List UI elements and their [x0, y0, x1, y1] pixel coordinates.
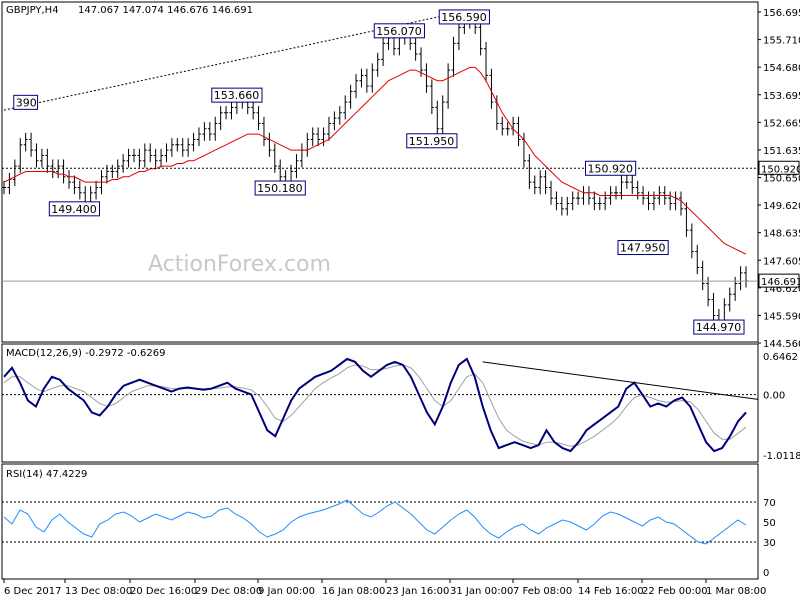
price-axis-label: 147.605 — [763, 256, 800, 267]
level-marker: 153.660 — [211, 87, 263, 103]
time-axis-label: 29 Dec 08:00 — [195, 586, 262, 597]
level-label: 156.590 — [441, 11, 487, 24]
time-axis-label: 20 Dec 16:00 — [130, 586, 197, 597]
price-axis-label: 144.560 — [763, 339, 800, 350]
price-axis-label: 156.695 — [763, 8, 800, 19]
macd-axis-label: 0.6462 — [763, 352, 798, 363]
rsi-axis-label: 30 — [763, 538, 776, 549]
price-tag-label: 146.691 — [761, 277, 800, 288]
level-label: 150.180 — [257, 182, 303, 195]
time-axis-label: 23 Jan 16:00 — [386, 586, 449, 597]
level-label: 144.970 — [696, 321, 742, 334]
price-axis-label: 145.590 — [763, 311, 800, 322]
ohlc-label: 147.067 147.074 146.676 146.691 — [78, 5, 253, 16]
price-tag: 150.920 — [758, 160, 800, 175]
price-axis-label: 151.635 — [763, 146, 800, 157]
level-label: 153.660 — [214, 89, 260, 102]
price-axis-label: 155.710 — [763, 36, 800, 47]
time-axis-label: 1 Mar 08:00 — [706, 586, 766, 597]
level-marker: 150.920 — [584, 160, 637, 176]
price-axis-label: 148.635 — [763, 229, 800, 240]
time-axis-label: 14 Feb 16:00 — [578, 586, 644, 597]
macd-axis-label: -1.0118 — [763, 451, 800, 462]
price-axis-label: 149.620 — [763, 201, 800, 212]
level-label: 150.920 — [587, 162, 633, 175]
level-label: 147.950 — [620, 242, 666, 255]
price-axis-label: 152.665 — [763, 118, 800, 129]
symbol-label: GBPJPY,H4 — [6, 5, 59, 16]
time-axis-label: 31 Jan 00:00 — [450, 586, 513, 597]
time-axis-label: 13 Dec 08:00 — [65, 586, 132, 597]
price-axis-label: 154.680 — [763, 63, 800, 74]
level-marker: 151.950 — [406, 133, 458, 149]
macd-label: MACD(12,26,9) -0.2972 -0.6269 — [6, 348, 166, 359]
level-label: 151.950 — [409, 135, 455, 148]
forex-chart: ActionForex.com 390 149.400 153.660 150.180… — [0, 0, 800, 600]
time-axis-label: 9 Jan 00:00 — [258, 586, 315, 597]
rsi-axis-label: 0 — [763, 568, 769, 579]
level-marker: 144.970 — [693, 319, 745, 335]
level-marker: 156.590 — [438, 9, 490, 25]
level-label: 149.400 — [51, 203, 97, 216]
level-label: 390 — [16, 96, 37, 109]
rsi-label: RSI(14) 47.4229 — [6, 469, 87, 480]
level-marker: 149.400 — [48, 201, 101, 217]
rsi-axis-label: 70 — [763, 498, 776, 509]
time-axis-label: 22 Feb 00:00 — [642, 586, 708, 597]
level-marker: 390 — [13, 94, 39, 110]
time-axis-label: 7 Feb 08:00 — [513, 586, 572, 597]
level-label: 156.070 — [376, 25, 422, 38]
time-axis-label: 16 Jan 08:00 — [322, 586, 385, 597]
price-axis-label: 153.695 — [763, 91, 800, 102]
macd-axis-label: 0.00 — [763, 391, 785, 402]
watermark: ActionForex.com — [148, 252, 331, 277]
level-marker: 156.070 — [373, 23, 425, 39]
level-marker: 150.180 — [254, 180, 306, 196]
level-marker: 147.950 — [617, 240, 669, 256]
price-tag: 146.691 — [758, 273, 800, 288]
price-tag-label: 150.920 — [761, 164, 800, 175]
time-axis-label: 6 Dec 2017 — [4, 586, 62, 597]
rsi-axis-label: 50 — [763, 518, 776, 529]
